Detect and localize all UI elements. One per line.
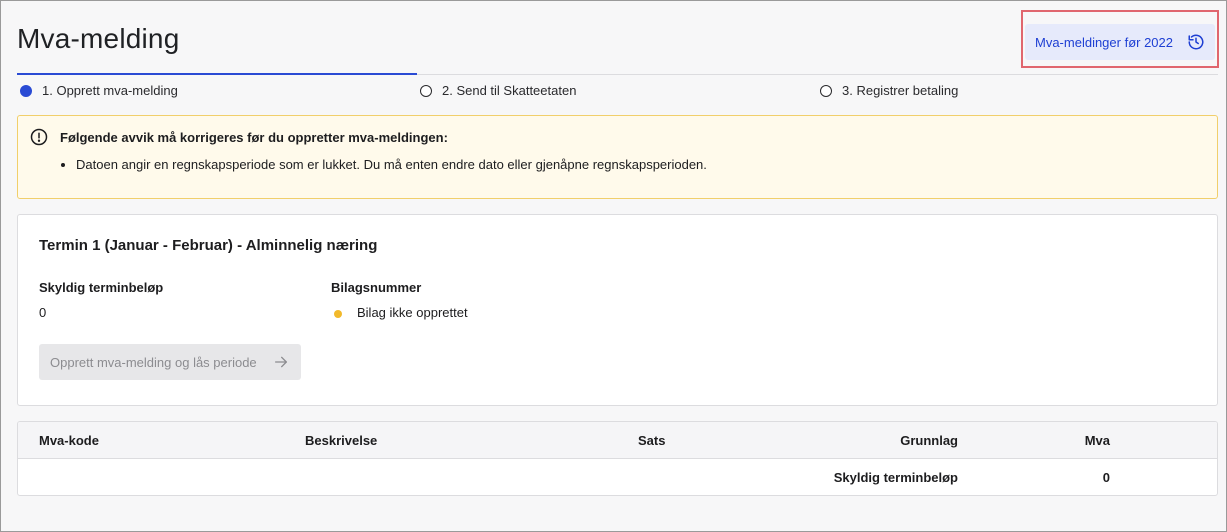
history-button-label: Mva-meldinger før 2022 — [1035, 34, 1173, 50]
step-3-indicator — [820, 84, 832, 97]
owed-value: 0 — [39, 305, 47, 320]
summary-label: Skyldig terminbeløp — [833, 470, 958, 485]
step-1-indicator — [20, 84, 32, 97]
column-header-rate: Sats — [638, 433, 666, 448]
step-1-label: 1. Opprett mva-melding — [42, 83, 178, 98]
warning-alert: Følgende avvik må korrigeres før du oppr… — [17, 115, 1218, 199]
column-header-vat: Mva — [1084, 433, 1110, 448]
arrow-right-icon — [275, 356, 287, 368]
vat-table: Mva-kode Beskrivelse Sats Grunnlag Mva S… — [17, 421, 1218, 496]
voucher-label: Bilagsnummer — [331, 280, 422, 295]
table-header: Mva-kode Beskrivelse Sats Grunnlag Mva — [18, 422, 1217, 459]
history-button[interactable]: Mva-meldinger før 2022 — [1025, 24, 1215, 60]
voucher-status: Bilag ikke opprettet — [357, 305, 468, 320]
step-2-indicator — [420, 84, 432, 97]
step-3-label: 3. Registrer betaling — [842, 83, 959, 98]
step-1: 1. Opprett mva-melding — [20, 83, 178, 98]
alert-circle-icon — [30, 128, 48, 146]
alert-item: Datoen angir en regnskapsperiode som er … — [76, 157, 707, 172]
term-card: Termin 1 (Januar - Februar) - Alminnelig… — [17, 214, 1218, 406]
alert-list: Datoen angir en regnskapsperiode som er … — [76, 157, 707, 172]
step-2: 2. Send til Skatteetaten — [420, 83, 576, 98]
create-vat-return-button[interactable]: Opprett mva-melding og lås periode — [39, 344, 301, 380]
column-header-vat-code: Mva-kode — [39, 433, 99, 448]
column-header-description: Beskrivelse — [305, 433, 378, 448]
status-dot — [334, 310, 342, 318]
page-title: Mva-melding — [17, 23, 180, 54]
owed-label: Skyldig terminbeløp — [39, 280, 164, 295]
stepper-progress — [17, 73, 417, 75]
step-3: 3. Registrer betaling — [820, 83, 958, 98]
alert-title: Følgende avvik må korrigeres før du oppr… — [60, 130, 448, 145]
history-icon — [1188, 34, 1204, 50]
term-title: Termin 1 (Januar - Februar) - Alminnelig… — [39, 237, 378, 254]
app-window: Mva-melding Mva-meldinger før 2022 1. Op… — [0, 0, 1227, 532]
summary-value: 0 — [1102, 470, 1110, 485]
step-2-label: 2. Send til Skatteetaten — [442, 83, 577, 98]
column-header-basis: Grunnlag — [900, 433, 958, 448]
create-vat-return-label: Opprett mva-melding og lås periode — [50, 354, 257, 370]
